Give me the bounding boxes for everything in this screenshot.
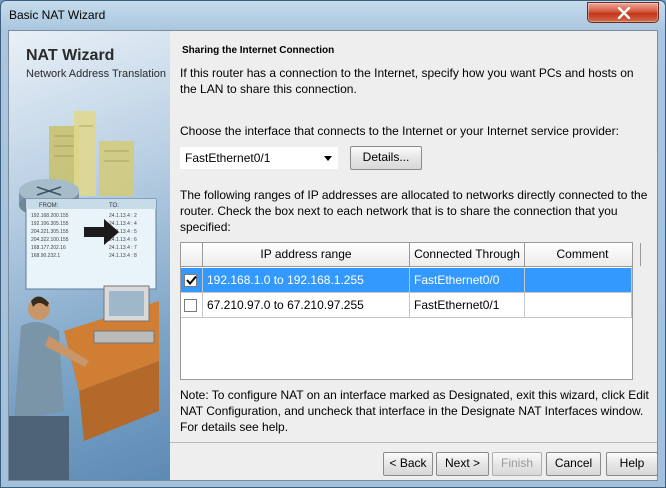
details-button[interactable]: Details... <box>350 146 422 170</box>
cancel-button[interactable]: Cancel <box>546 452 601 476</box>
column-header-comment[interactable]: Comment <box>525 243 641 266</box>
illus-to-1: 24.1.13.4 : 2 <box>109 213 137 219</box>
illus-from-1: 192.168.200.155 <box>31 213 69 219</box>
back-button[interactable]: < Back <box>383 452 433 476</box>
choose-interface-label: Choose the interface that connects to th… <box>180 124 619 138</box>
illus-from-5: 168.177.202.16 <box>31 245 66 251</box>
wizard-side-panel: NAT Wizard Network Address Translation F… <box>9 31 170 480</box>
ip-range-cell: 192.168.1.0 to 192.168.1.255 <box>203 268 410 293</box>
wizard-content: Sharing the Internet Connection If this … <box>170 31 658 480</box>
illus-from-4: 204.322.100.155 <box>31 237 69 243</box>
illus-to-2: 24.1.13.4 : 4 <box>109 221 137 227</box>
button-separator <box>170 442 657 443</box>
column-header-ip-range[interactable]: IP address range <box>203 243 410 266</box>
ip-range-table: IP address range Connected Through Comme… <box>180 242 641 380</box>
connected-through-cell: FastEthernet0/1 <box>410 293 525 318</box>
connected-through-cell: FastEthernet0/0 <box>410 268 525 293</box>
illus-from-3: 204.221.305.155 <box>31 229 69 235</box>
checkbox-cell <box>181 268 203 293</box>
finish-button[interactable]: Finish <box>492 452 542 476</box>
ip-range-cell: 67.210.97.0 to 67.210.97.255 <box>203 293 410 318</box>
illus-to-header: TO: <box>109 203 119 209</box>
interface-select[interactable]: FastEthernet0/1 <box>180 147 338 169</box>
close-button[interactable] <box>587 2 659 23</box>
title-bar[interactable]: Basic NAT Wizard <box>1 1 665 30</box>
table-row[interactable]: 67.210.97.0 to 67.210.97.255 FastEtherne… <box>181 293 632 318</box>
table-row[interactable]: 192.168.1.0 to 192.168.1.255 FastEtherne… <box>181 268 632 293</box>
help-button[interactable]: Help <box>606 452 658 476</box>
checkmark-icon <box>186 275 197 286</box>
dropdown-arrow-icon <box>324 156 332 161</box>
intro-text: If this router has a connection to the I… <box>180 66 634 96</box>
ranges-description: The following ranges of IP addresses are… <box>180 188 648 234</box>
close-icon <box>617 7 631 19</box>
section-heading: Sharing the Internet Connection <box>182 45 335 56</box>
illus-to-4: 24.1.13.4 : 6 <box>109 237 137 243</box>
comment-cell[interactable] <box>525 268 632 293</box>
share-checkbox[interactable] <box>184 299 197 312</box>
comment-cell[interactable] <box>525 293 632 318</box>
share-checkbox[interactable] <box>184 274 197 287</box>
illus-to-6: 24.1.13.4 : 8 <box>109 253 137 259</box>
nat-note: Note: To configure NAT on an interface m… <box>180 388 649 434</box>
illus-from-2: 192.106.305.155 <box>31 221 69 227</box>
column-header-connected-through[interactable]: Connected Through <box>410 243 525 266</box>
wizard-window: Basic NAT Wizard NAT Wizard Network Addr… <box>0 0 666 488</box>
illus-to-5: 24.1.13.4 : 7 <box>109 245 137 251</box>
illus-from-header: FROM: <box>39 203 59 209</box>
window-title: Basic NAT Wizard <box>9 8 106 22</box>
wizard-client-area: NAT Wizard Network Address Translation F… <box>8 30 658 481</box>
network-illustration: FROM: TO: 192.168.200.155 192.106.305.15… <box>9 111 159 480</box>
checkbox-column-header <box>181 243 203 266</box>
interface-select-value: FastEthernet0/1 <box>185 151 271 165</box>
illus-from-6: 168.90.232.1 <box>31 253 60 259</box>
table-header: IP address range Connected Through Comme… <box>181 243 641 267</box>
checkbox-cell <box>181 293 203 318</box>
next-button[interactable]: Next > <box>436 452 489 476</box>
